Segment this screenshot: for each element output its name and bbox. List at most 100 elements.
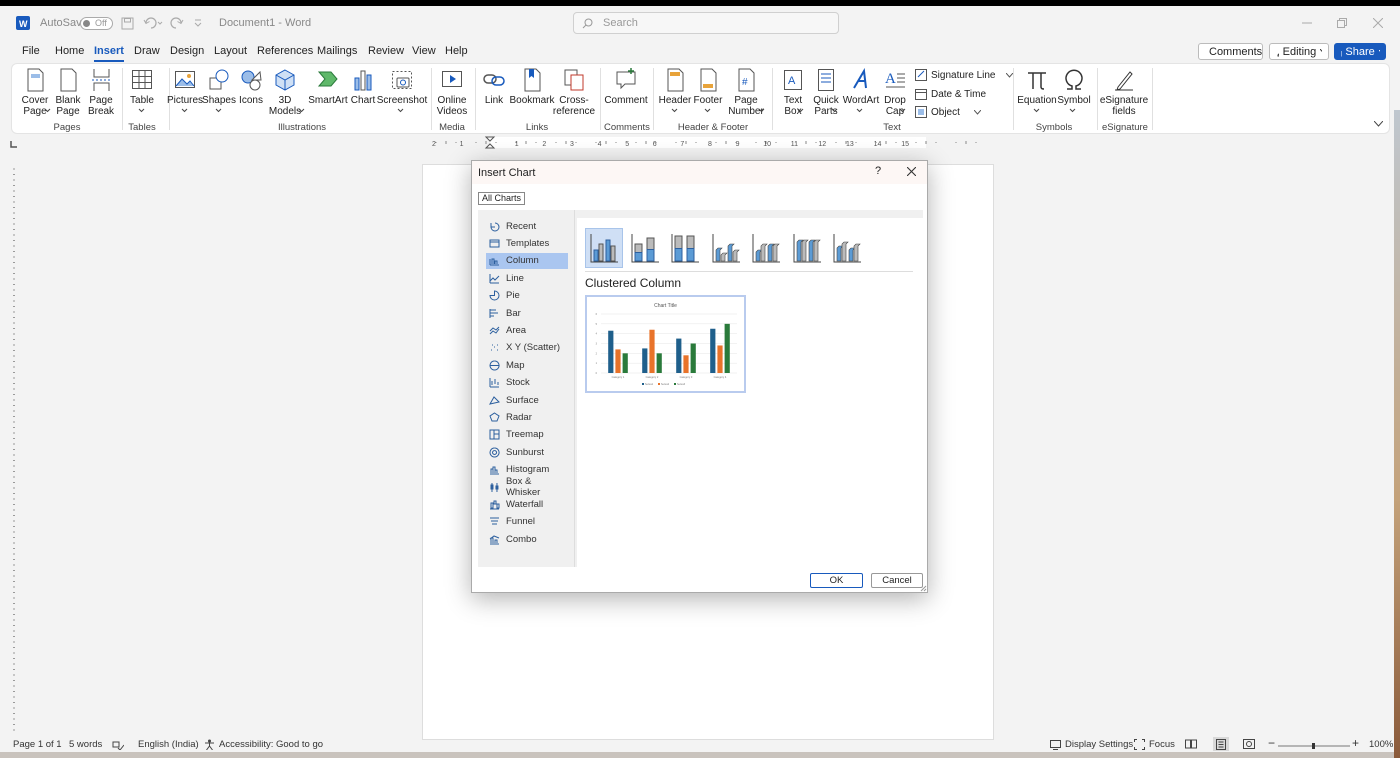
display-settings-button[interactable]: Display Settings (1050, 739, 1133, 750)
page-break-button[interactable]: Page Break (88, 68, 114, 117)
minimize-icon[interactable] (1302, 6, 1312, 40)
collapse-ribbon-icon[interactable] (1374, 121, 1383, 127)
chart-category-radar[interactable]: Radar (486, 409, 568, 425)
help-button[interactable]: ? (875, 165, 881, 177)
read-mode-icon[interactable] (1185, 739, 1197, 749)
zoom-slider[interactable] (1278, 743, 1350, 749)
chart-subtype-stacked[interactable] (626, 228, 664, 268)
language-status[interactable]: English (India) (138, 739, 199, 750)
chart-category-column[interactable]: Column (486, 252, 568, 269)
cancel-button[interactable]: Cancel (871, 573, 923, 588)
chart-category-waterfall[interactable]: Waterfall (486, 496, 568, 512)
chart-subtype-3dcolumn[interactable] (828, 228, 866, 268)
chart-category-bar[interactable]: Bar (486, 305, 568, 321)
tab-all-charts[interactable]: All Charts (478, 192, 526, 205)
chart-category-map[interactable]: Map (486, 357, 568, 373)
chart-category-sunburst[interactable]: Sunburst (486, 444, 568, 460)
search-box[interactable]: Search (573, 12, 839, 34)
equation-button[interactable]: Equation (1017, 68, 1057, 106)
link-button[interactable]: Link (482, 68, 506, 106)
proofing-icon[interactable] (112, 739, 124, 750)
tab-help[interactable]: Help (445, 40, 468, 62)
shapes-button[interactable]: Shapes (202, 68, 236, 106)
chart-preview[interactable]: Chart Title 0 1 2 3 4 5 6 Category 1 Category 2 Ca… (585, 295, 746, 393)
tab-review[interactable]: Review (368, 40, 404, 62)
icons-button[interactable]: Icons (239, 68, 263, 106)
chart-category-recent[interactable]: Recent (486, 218, 568, 234)
redo-icon[interactable] (170, 6, 184, 40)
chart-category-funnel[interactable]: Funnel (486, 514, 568, 530)
focus-button[interactable]: Focus (1134, 739, 1175, 750)
undo-icon[interactable] (143, 6, 163, 40)
dialog-close-icon[interactable] (907, 167, 916, 176)
web-layout-icon[interactable] (1243, 739, 1255, 749)
smartart-button[interactable]: SmartArt (308, 68, 348, 106)
horizontal-ruler[interactable]: 2 1 1 2 3 4 5 6 7 8 9 10 11 12 13 14 15 (422, 136, 994, 149)
chart-category-stock[interactable]: Stock (486, 375, 568, 391)
chart-category-x-y-scatter[interactable]: X Y (Scatter) (486, 340, 568, 356)
save-icon[interactable] (121, 6, 134, 40)
zoom-level[interactable]: 100% (1369, 739, 1393, 750)
tab-references[interactable]: References (257, 40, 313, 62)
quick-parts-button[interactable]: Quick Parts (812, 68, 840, 117)
blank-page-button[interactable]: Blank Page (55, 68, 81, 117)
tab-insert[interactable]: Insert (94, 40, 124, 62)
table-button[interactable]: Table (129, 68, 155, 106)
online-videos-button[interactable]: Online Videos (436, 68, 468, 117)
close-window-icon[interactable] (1373, 6, 1383, 40)
tab-selector-icon[interactable] (10, 140, 18, 148)
footer-button[interactable]: Footer (692, 68, 724, 106)
word-count[interactable]: 5 words (69, 739, 102, 750)
tab-view[interactable]: View (412, 40, 436, 62)
chart-category-area[interactable]: Area (486, 322, 568, 338)
chart-category-combo[interactable]: Combo (486, 531, 568, 547)
pictures-button[interactable]: Pictures (167, 68, 203, 106)
tab-layout[interactable]: Layout (214, 40, 247, 62)
object-button[interactable]: Object (915, 106, 981, 118)
3d-models-button[interactable]: 3D Models (269, 68, 301, 117)
chart-category-treemap[interactable]: Treemap (486, 427, 568, 443)
chart-subtype-3dclustered[interactable] (707, 228, 745, 268)
chart-subtype-3dstacked100[interactable] (788, 228, 826, 268)
screenshot-button[interactable]: Screenshot (377, 68, 427, 106)
customize-qat-icon[interactable] (194, 6, 202, 40)
chart-category-pie[interactable]: Pie (486, 288, 568, 304)
cross-reference-button[interactable]: Cross-reference (553, 68, 595, 117)
header-button[interactable]: Header (659, 68, 691, 106)
chart-button[interactable]: Chart (351, 68, 375, 106)
accessibility-status[interactable]: Accessibility: Good to go (204, 739, 323, 750)
bookmark-button[interactable]: Bookmark (510, 68, 555, 106)
cover-page-button[interactable]: Cover Page (22, 68, 48, 117)
resize-grip-icon[interactable] (920, 585, 927, 592)
tab-home[interactable]: Home (55, 40, 84, 62)
zoom-out-button[interactable]: − (1268, 736, 1275, 750)
chart-category-templates[interactable]: Templates (486, 235, 568, 251)
tab-mailings[interactable]: Mailings (317, 40, 357, 62)
ok-button[interactable]: OK (810, 573, 863, 588)
chart-subtype-clustered[interactable] (585, 228, 623, 268)
signature-line-button[interactable]: Signature Line (915, 69, 1013, 81)
tab-design[interactable]: Design (170, 40, 204, 62)
comment-button[interactable]: Comment (604, 68, 648, 106)
editing-mode-button[interactable]: Editing (1269, 43, 1329, 60)
wordart-button[interactable]: WordArt (843, 68, 879, 106)
chart-subtype-3dstacked[interactable] (747, 228, 785, 268)
page-number-button[interactable]: # Page Number (726, 68, 766, 117)
autosave-toggle[interactable]: Off (80, 6, 113, 40)
restore-icon[interactable] (1337, 6, 1347, 40)
esignature-fields-button[interactable]: eSignature fields (1100, 68, 1148, 117)
drop-cap-button[interactable]: A Drop Cap (882, 68, 908, 117)
symbol-button[interactable]: Symbol (1057, 68, 1091, 106)
text-box-button[interactable]: A Text Box (779, 68, 807, 117)
chart-category-surface[interactable]: Surface (486, 392, 568, 408)
chart-category-box-whisker[interactable]: Box & Whisker (486, 476, 568, 498)
date-time-button[interactable]: Date & Time (915, 88, 986, 100)
zoom-in-button[interactable]: + (1352, 736, 1359, 750)
chart-category-line[interactable]: Line (486, 270, 568, 286)
comments-button[interactable]: Comments (1198, 43, 1263, 60)
page-count[interactable]: Page 1 of 1 (13, 739, 62, 750)
tab-draw[interactable]: Draw (134, 40, 160, 62)
print-layout-icon[interactable] (1213, 737, 1229, 751)
chart-subtype-stacked100[interactable] (666, 228, 704, 268)
tab-file[interactable]: File (22, 40, 40, 62)
